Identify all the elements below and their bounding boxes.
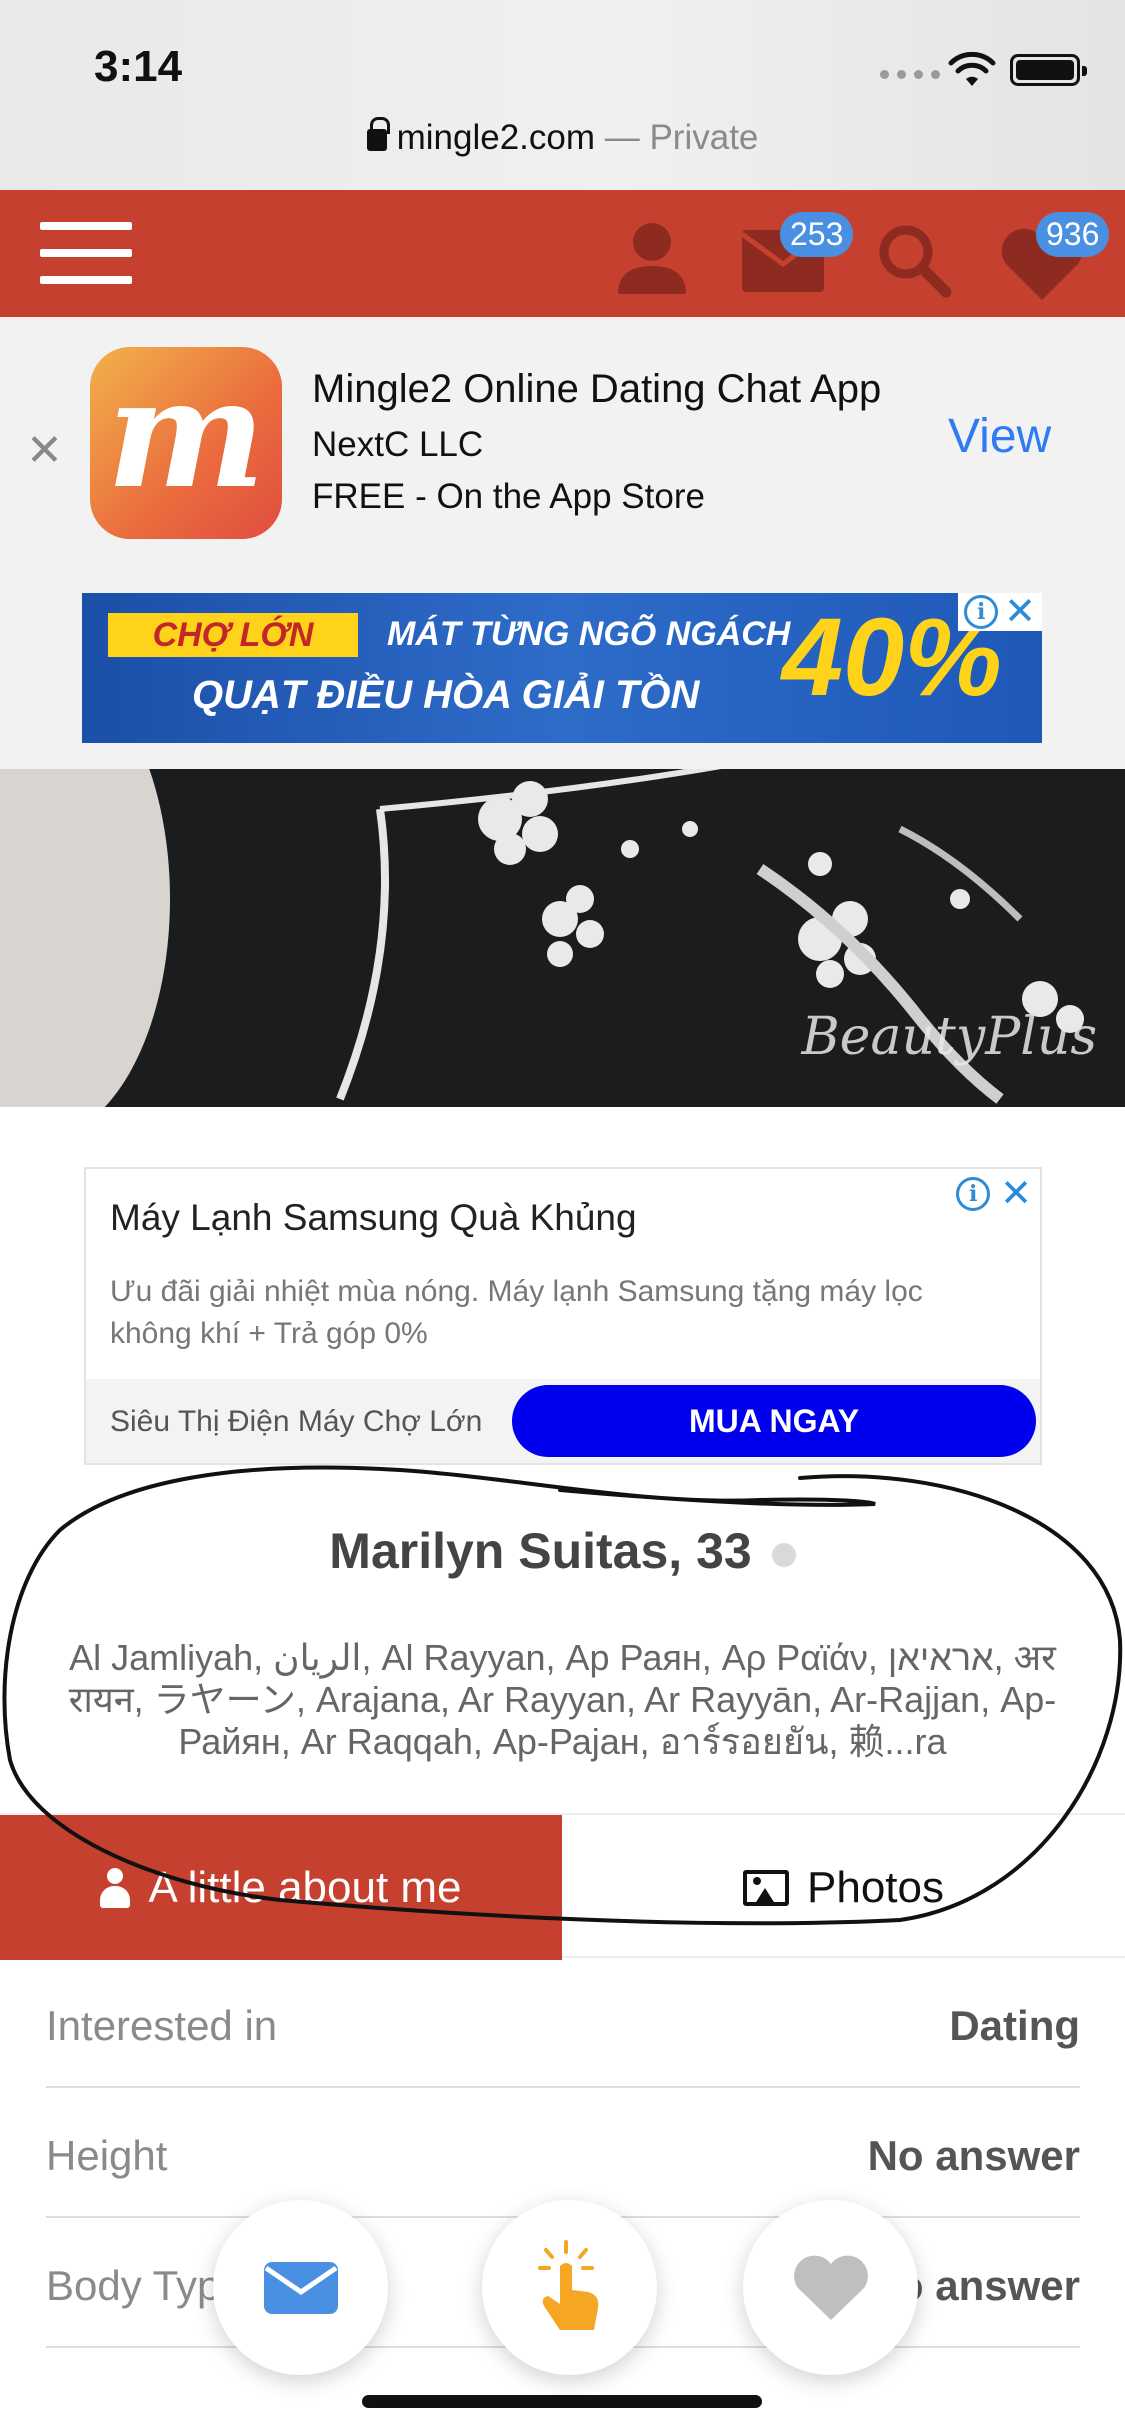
profile-location: Al Jamliyah, الريان, Al Rayyan, Ар Раян,… xyxy=(0,1637,1125,1763)
like-button[interactable] xyxy=(743,2200,918,2375)
photo-watermark: BeautyPlus xyxy=(801,1007,1097,1067)
search-icon[interactable] xyxy=(876,222,952,298)
ad-description: Ưu đãi giải nhiệt mùa nóng. Máy lạnh Sam… xyxy=(110,1275,923,1350)
detail-label: Interested in xyxy=(46,2002,278,2049)
cellular-signal-icon xyxy=(880,70,940,79)
address-bar[interactable]: mingle2.com — Private xyxy=(0,117,1125,158)
profile-tabs: A little about me Photos xyxy=(0,1813,1125,1960)
ad-banner[interactable]: CHỢ LỚN MÁT TỪNG NGÕ NGÁCH QUẠT ĐIỀU HÒA… xyxy=(82,593,1042,743)
tab-label: Photos xyxy=(807,1862,944,1912)
buy-now-button[interactable]: MUA NGAY xyxy=(512,1385,1036,1457)
heart-icon xyxy=(793,2255,868,2320)
close-icon[interactable]: ✕ xyxy=(26,425,63,476)
mingle2-app-icon: m xyxy=(90,347,282,539)
detail-value: No answer xyxy=(867,2132,1080,2179)
wink-button[interactable] xyxy=(482,2200,657,2375)
tap-hand-icon xyxy=(537,2239,598,2330)
messages-badge: 253 xyxy=(780,212,854,257)
detail-row-height: Height No answer xyxy=(46,2088,1080,2218)
ad-subheadline: QUẠT ĐIỀU HÒA GIẢI TỒN xyxy=(192,673,700,717)
location-line: रायन, ラヤーン, Arajana, Ar Rayyan, Ar Rayyā… xyxy=(68,1679,1057,1720)
profile-name: Marilyn Suitas, 33 xyxy=(0,1522,1125,1580)
profile-photo[interactable]: BeautyPlus xyxy=(0,769,1125,1107)
ad-choices[interactable]: i ✕ xyxy=(956,1175,1032,1213)
url-domain: mingle2.com xyxy=(396,118,596,157)
app-price: FREE - On the App Store xyxy=(312,477,705,516)
ad-store-logo: CHỢ LỚN xyxy=(108,613,358,657)
profile-name-age: Marilyn Suitas, 33 xyxy=(329,1523,752,1579)
detail-label: Height xyxy=(46,2132,168,2179)
tab-photos[interactable]: Photos xyxy=(562,1815,1125,1960)
app-name: Mingle2 Online Dating Chat App xyxy=(312,367,882,411)
wifi-icon xyxy=(948,52,996,86)
ad-title: Máy Lạnh Samsung Quà Khủng xyxy=(110,1197,637,1238)
likes-badge: 936 xyxy=(1036,212,1110,257)
send-message-button[interactable] xyxy=(213,2200,388,2375)
close-icon[interactable]: ✕ xyxy=(1000,1175,1032,1213)
home-indicator xyxy=(362,2395,762,2408)
detail-row-interested-in: Interested in Dating xyxy=(46,1958,1080,2088)
online-status-dot xyxy=(771,1542,796,1567)
app-developer: NextC LLC xyxy=(312,425,484,464)
private-label: — Private xyxy=(595,118,759,157)
info-icon[interactable]: i xyxy=(956,1177,991,1211)
app-header: 253 936 xyxy=(0,190,1125,317)
messages-button[interactable]: 253 xyxy=(740,212,854,299)
smart-app-banner: ✕ m Mingle2 Online Dating Chat App NextC… xyxy=(0,317,1125,569)
native-ad[interactable]: Máy Lạnh Samsung Quà Khủng Ưu đãi giải n… xyxy=(84,1167,1042,1465)
info-icon[interactable]: i xyxy=(964,595,999,629)
ad-headline: MÁT TỪNG NGÕ NGÁCH xyxy=(387,615,791,653)
view-button[interactable]: View xyxy=(948,409,1051,464)
tab-about-me[interactable]: A little about me xyxy=(0,1815,562,1960)
menu-icon[interactable] xyxy=(40,222,132,284)
likes-button[interactable]: 936 xyxy=(1000,212,1110,307)
location-line: Райян, Ar Raqqah, Ар-Раjан, อาร์รอยยัน, … xyxy=(178,1721,947,1762)
ad-footer: Siêu Thị Điện Máy Chợ Lớn MUA NGAY xyxy=(86,1379,1040,1463)
close-icon[interactable]: ✕ xyxy=(1004,593,1036,631)
image-icon xyxy=(743,1869,789,1906)
mail-icon xyxy=(263,2261,338,2314)
ad-advertiser: Siêu Thị Điện Máy Chợ Lớn xyxy=(110,1405,483,1438)
status-bar: 3:14 mingle2.com — Private xyxy=(0,0,1125,190)
tab-label: A little about me xyxy=(148,1862,462,1912)
ad-container-top: CHỢ LỚN MÁT TỪNG NGÕ NGÁCH QUẠT ĐIỀU HÒA… xyxy=(0,569,1125,769)
location-line: Al Jamliyah, الريان, Al Rayyan, Ар Раян,… xyxy=(69,1637,1056,1678)
status-time: 3:14 xyxy=(94,42,183,91)
lock-icon xyxy=(366,117,390,151)
user-icon xyxy=(100,1867,131,1908)
battery-icon xyxy=(1010,54,1087,86)
profile-icon[interactable] xyxy=(612,220,692,296)
ad-choices[interactable]: i ✕ xyxy=(958,593,1042,631)
detail-value: Dating xyxy=(949,2002,1080,2049)
